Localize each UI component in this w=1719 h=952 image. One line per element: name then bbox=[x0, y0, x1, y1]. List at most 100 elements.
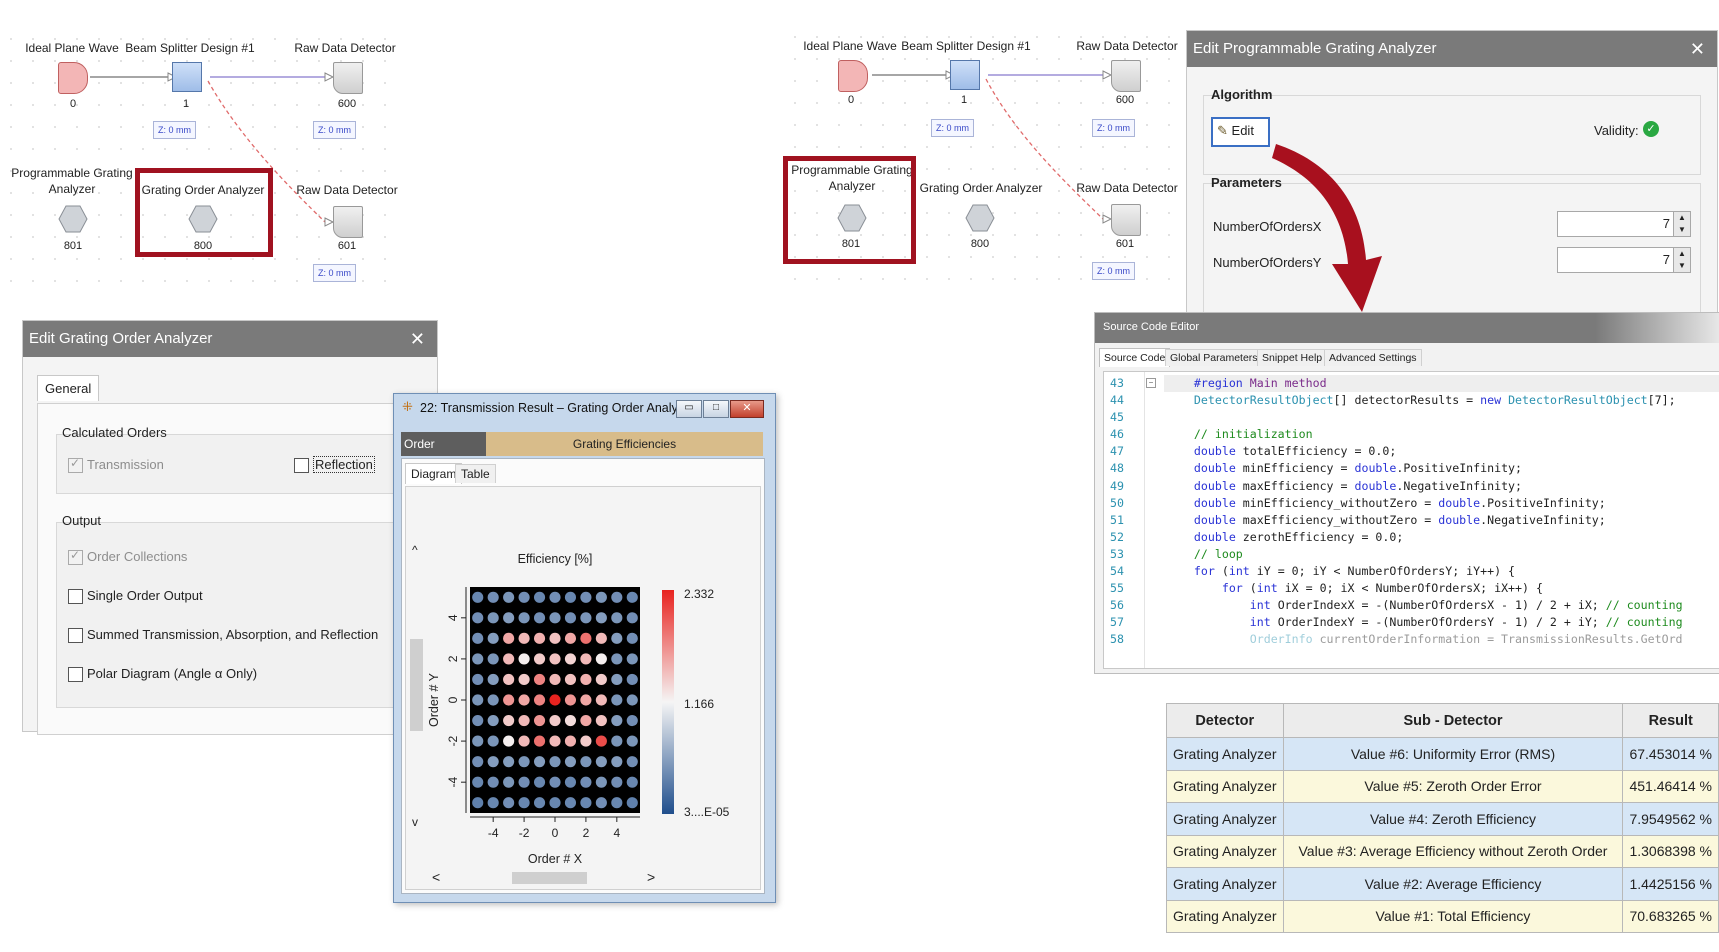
spinner-icon[interactable]: ▲ ▼ bbox=[1673, 211, 1691, 237]
close-icon[interactable]: ✕ bbox=[1690, 31, 1705, 67]
heatmap-cell bbox=[626, 612, 638, 624]
result-cell: 7.9549562 % bbox=[1622, 802, 1719, 836]
node-id: 801 bbox=[63, 240, 83, 252]
tab-general[interactable]: General bbox=[37, 375, 100, 401]
node-label: Raw Data Detector bbox=[1076, 181, 1178, 195]
window-titlebar[interactable]: ⁜ 22: Transmission Result – Grating Orde… bbox=[394, 394, 775, 422]
tab-global-parameters[interactable]: Global Parameters bbox=[1165, 349, 1263, 366]
calculated-orders-label: Calculated Orders bbox=[62, 425, 167, 440]
node-id: 1 bbox=[182, 98, 190, 110]
heatmap-cell bbox=[611, 632, 623, 644]
code-area[interactable]: − 43 44 45 46 47 48 49 50 51 52 53 54 55… bbox=[1103, 371, 1719, 669]
tab-advanced-settings[interactable]: Advanced Settings bbox=[1324, 349, 1422, 366]
table-row[interactable]: Grating Analyzer Value #3: Average Effici… bbox=[1166, 834, 1719, 868]
tab-table[interactable]: Table bbox=[455, 464, 496, 483]
validity-label: Validity: bbox=[1594, 123, 1639, 138]
tab-diagram[interactable]: Diagram bbox=[405, 463, 463, 484]
table-row[interactable]: Grating Analyzer Value #4: Zeroth Efficie… bbox=[1166, 802, 1719, 836]
close-button[interactable]: ✕ bbox=[730, 400, 764, 418]
summed-transmission-checkbox[interactable]: Summed Transmission, Absorption, and Ref… bbox=[68, 627, 378, 644]
dialog-titlebar[interactable]: Edit Programmable Grating Analyzer ✕ bbox=[1187, 31, 1717, 67]
heatmap-cell bbox=[611, 776, 623, 788]
close-icon[interactable]: ✕ bbox=[410, 321, 425, 357]
z-position-badge[interactable]: Z: 0 mm bbox=[153, 121, 196, 139]
workflow-canvas-right[interactable]: Ideal Plane Wave 0 Beam Splitter Design … bbox=[783, 26, 1184, 288]
heatmap-cell bbox=[503, 653, 515, 665]
collapse-icon[interactable]: − bbox=[1146, 378, 1156, 388]
heatmap-cell bbox=[518, 797, 530, 809]
table-header-row: Detector Sub - Detector Result bbox=[1166, 703, 1719, 738]
minimize-button[interactable]: ▭ bbox=[676, 400, 702, 418]
heatmap-cell bbox=[564, 653, 577, 665]
z-position-badge[interactable]: Z: 0 mm bbox=[1092, 262, 1135, 280]
order-collection-header[interactable]: Order Collection bbox=[401, 432, 486, 475]
heatmap-cell bbox=[611, 756, 623, 768]
heatmap-cell bbox=[564, 673, 577, 686]
raw-data-detector-icon[interactable] bbox=[333, 206, 363, 238]
z-position-badge[interactable]: Z: 0 mm bbox=[313, 121, 356, 139]
sub-detector-cell: Value #5: Zeroth Order Error bbox=[1282, 769, 1624, 803]
spinner-icon[interactable]: ▲ ▼ bbox=[1673, 247, 1691, 273]
heatmap-cell bbox=[595, 653, 607, 665]
reflection-checkbox[interactable]: Reflection bbox=[294, 456, 375, 474]
heatmap-cell bbox=[626, 653, 638, 665]
column-header[interactable]: Sub - Detector bbox=[1282, 703, 1624, 738]
grating-efficiencies-header[interactable]: Grating Efficiencies bbox=[486, 432, 763, 456]
column-header[interactable]: Detector bbox=[1166, 703, 1284, 738]
editor-titlebar[interactable]: Source Code Editor bbox=[1095, 313, 1719, 343]
z-position-badge[interactable]: Z: 0 mm bbox=[313, 264, 356, 282]
heatmap-cell bbox=[580, 591, 592, 603]
heatmap-cell bbox=[533, 612, 546, 624]
tab-snippet-help[interactable]: Snippet Help bbox=[1257, 349, 1328, 366]
number-of-orders-y-input[interactable]: 7 bbox=[1557, 247, 1675, 273]
workflow-canvas-left[interactable]: Ideal Plane Wave 0 Beam Splitter Design … bbox=[0, 28, 400, 283]
node-label: Raw Data Detector bbox=[294, 41, 396, 55]
code-text[interactable]: #region Main method DetectorResultObject… bbox=[1166, 375, 1683, 649]
grating-order-analyzer-icon[interactable] bbox=[965, 203, 995, 233]
heatmap-cell bbox=[487, 632, 499, 644]
ideal-plane-wave-icon[interactable] bbox=[838, 60, 868, 92]
edit-algorithm-button[interactable]: ✎ Edit bbox=[1211, 117, 1270, 147]
beam-splitter-icon[interactable] bbox=[950, 60, 980, 90]
single-order-output-checkbox[interactable]: Single Order Output bbox=[68, 588, 203, 605]
window-title: 22: Transmission Result – Grating Order … bbox=[420, 401, 695, 415]
heatmap-cell bbox=[611, 591, 623, 603]
heatmap-cell bbox=[518, 714, 530, 727]
polar-diagram-checkbox[interactable]: Polar Diagram (Angle α Only) bbox=[68, 666, 257, 683]
beam-splitter-icon[interactable] bbox=[172, 62, 202, 92]
dialog-titlebar[interactable]: Edit Grating Order Analyzer ✕ bbox=[23, 321, 437, 357]
programmable-grating-analyzer-icon[interactable] bbox=[58, 204, 88, 234]
x-axis-label: Order # X bbox=[528, 852, 583, 866]
efficiency-heatmap[interactable]: Efficiency [%] -4 -2 0 2 4 4 2 0 -2 -4 Order # X Ord… bbox=[406, 487, 760, 889]
result-cell: 1.3068398 % bbox=[1622, 834, 1719, 868]
heatmap-cell bbox=[564, 776, 577, 788]
y-tick-label: 4 bbox=[446, 614, 460, 621]
x-tick-label: 0 bbox=[552, 826, 559, 840]
raw-data-detector-icon[interactable] bbox=[1111, 60, 1141, 92]
heatmap-cell bbox=[533, 756, 546, 768]
heatmap-cell bbox=[595, 714, 607, 727]
heatmap-cell bbox=[487, 694, 499, 706]
table-row[interactable]: Grating Analyzer Value #5: Zeroth Order E… bbox=[1166, 769, 1719, 803]
z-position-badge[interactable]: Z: 0 mm bbox=[931, 119, 974, 137]
heatmap-cell bbox=[626, 797, 638, 809]
heatmap-cell bbox=[533, 591, 546, 603]
raw-data-detector-icon[interactable] bbox=[333, 62, 363, 94]
table-row[interactable]: Grating Analyzer Value #1: Total Efficien… bbox=[1166, 899, 1719, 933]
table-row[interactable]: Grating Analyzer Value #2: Average Effici… bbox=[1166, 867, 1719, 901]
order-collections-checkbox: Order Collections bbox=[68, 548, 187, 566]
ideal-plane-wave-icon[interactable] bbox=[58, 62, 88, 94]
heatmap-cell bbox=[611, 714, 623, 727]
result-cell: 451.46414 % bbox=[1622, 769, 1719, 803]
heatmap-cell bbox=[564, 797, 577, 809]
raw-data-detector-icon[interactable] bbox=[1111, 204, 1141, 236]
column-header[interactable]: Result bbox=[1622, 703, 1719, 738]
output-label: Output bbox=[62, 513, 102, 528]
maximize-button[interactable]: □ bbox=[703, 400, 729, 418]
result-cell: 70.683265 % bbox=[1622, 899, 1719, 933]
tab-source-code[interactable]: Source Code bbox=[1099, 348, 1171, 367]
z-position-badge[interactable]: Z: 0 mm bbox=[1092, 119, 1135, 137]
heatmap-cell bbox=[549, 776, 561, 788]
number-of-orders-x-input[interactable]: 7 bbox=[1557, 211, 1675, 237]
table-row[interactable]: Grating Analyzer Value #6: Uniformity Err… bbox=[1166, 737, 1719, 771]
